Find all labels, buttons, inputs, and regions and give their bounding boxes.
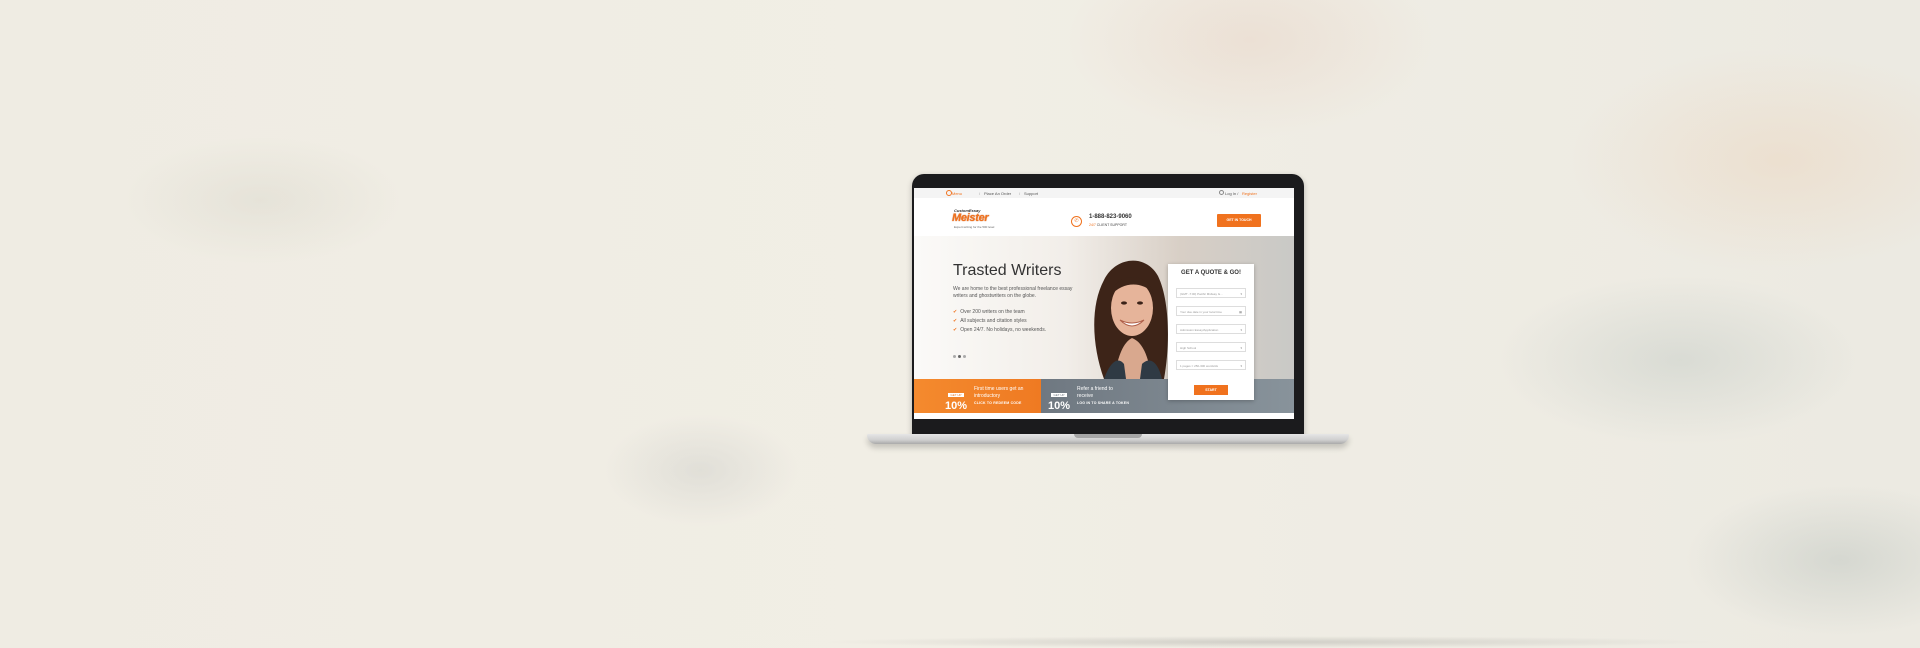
- feature-text: All subjects and citation styles: [960, 318, 1027, 324]
- feature-item: ✔ Over 200 writers on the team: [953, 309, 1025, 315]
- support-text: CLIENT SUPPORT: [1096, 223, 1128, 227]
- phone-number[interactable]: 1-888-823-9060: [1089, 214, 1132, 220]
- check-icon: ✔: [953, 318, 958, 324]
- check-icon: ✔: [953, 309, 958, 315]
- timezone-select[interactable]: (GMT -7:00) Pacific Midway Is... ▾: [1176, 288, 1246, 298]
- floor-shadow: [820, 636, 1720, 648]
- badge-percent: 10%: [1047, 400, 1071, 412]
- support-link[interactable]: Support: [1024, 191, 1038, 196]
- pages-select[interactable]: 1 pages = 250-300 words/ds ▾: [1176, 360, 1246, 370]
- promo-text: Refer a friend to receive: [1077, 386, 1113, 399]
- redeem-code-link[interactable]: CLICK TO REDEEM CODE: [974, 401, 1022, 405]
- place-order-link[interactable]: Place An Order: [984, 191, 1011, 196]
- badge-tag: GET UP: [948, 393, 964, 397]
- paper-type-select[interactable]: Admission Essay/Application ▾: [1176, 324, 1246, 334]
- chevron-down-icon: ▾: [1240, 364, 1242, 368]
- calendar-icon: ▦: [1239, 310, 1242, 314]
- feature-text: Open 24/7. No holidays, no weekends.: [960, 327, 1047, 333]
- promo-text: First time users get an introductory: [974, 386, 1024, 399]
- due-date-input[interactable]: Your due date in your local time ▦: [1176, 306, 1246, 316]
- chevron-down-icon: ▾: [1240, 346, 1242, 350]
- logo-tagline: Expert writing for the 500 level: [954, 225, 995, 229]
- cashback-badge: GET UP 10% CASHBACK: [1047, 383, 1071, 416]
- share-token-link[interactable]: LOG IN TO SHARE A TOKEN: [1077, 401, 1129, 405]
- hero-subtitle: We are home to the best professional fre…: [953, 286, 1073, 299]
- feature-item: ✔ Open 24/7. No holidays, no weekends.: [953, 327, 1046, 333]
- hero-title: Trasted Writers: [953, 262, 1062, 279]
- client-support-label: 24/7 CLIENT SUPPORT: [1089, 223, 1127, 227]
- feature-text: Over 200 writers on the team: [960, 309, 1025, 315]
- laptop-screen: Menu / Place An Order / Support Log In /…: [914, 188, 1294, 419]
- badge-tag: GET UP: [1051, 393, 1067, 397]
- check-icon: ✔: [953, 327, 958, 333]
- timezone-value: (GMT -7:00) Pacific Midway Is...: [1180, 292, 1223, 296]
- academic-level-select[interactable]: High School ▾: [1176, 342, 1246, 352]
- paper-type-value: Admission Essay/Application: [1180, 328, 1219, 332]
- nav-separator: /: [1019, 191, 1021, 196]
- hero-woman-image: [1094, 260, 1168, 379]
- laptop-notch: [1074, 434, 1142, 438]
- register-link[interactable]: Register: [1242, 191, 1257, 196]
- menu-link[interactable]: Menu: [952, 191, 962, 196]
- start-button[interactable]: START: [1194, 385, 1228, 395]
- slider-dot[interactable]: [953, 355, 956, 358]
- academic-level-value: High School: [1180, 346, 1197, 350]
- nav-separator: /: [979, 191, 981, 196]
- slider-dot[interactable]: [963, 355, 966, 358]
- pages-value: 1 pages = 250-300 words/ds: [1180, 364, 1218, 368]
- quote-form-title: GET A QUOTE & GO!: [1181, 270, 1241, 276]
- get-in-touch-button[interactable]: GET IN TOUCH: [1217, 214, 1261, 227]
- site-logo[interactable]: Meister: [952, 212, 989, 224]
- phone-icon: ✆: [1071, 216, 1082, 227]
- badge-word: DISCOUNT: [946, 412, 966, 416]
- chevron-down-icon: ▾: [1240, 292, 1242, 296]
- badge-word: CASHBACK: [1049, 412, 1069, 416]
- discount-promo[interactable]: GET UP 10% DISCOUNT First time users get…: [914, 379, 1041, 416]
- login-link[interactable]: Log In /: [1225, 191, 1238, 196]
- feature-item: ✔ All subjects and citation styles: [953, 318, 1027, 324]
- badge-percent: 10%: [944, 400, 968, 412]
- quote-form: GET A QUOTE & GO! (GMT -7:00) Pacific Mi…: [1168, 264, 1254, 400]
- chevron-down-icon: ▾: [1240, 328, 1242, 332]
- due-date-placeholder: Your due date in your local time: [1180, 310, 1222, 314]
- user-icon: [1219, 190, 1224, 195]
- site-header: CustomEssay Meister Expert writing for t…: [914, 198, 1294, 236]
- slider-dot-active[interactable]: [958, 355, 961, 358]
- discount-badge: GET UP 10% DISCOUNT: [944, 383, 968, 416]
- support-hours: 24/7: [1089, 223, 1096, 227]
